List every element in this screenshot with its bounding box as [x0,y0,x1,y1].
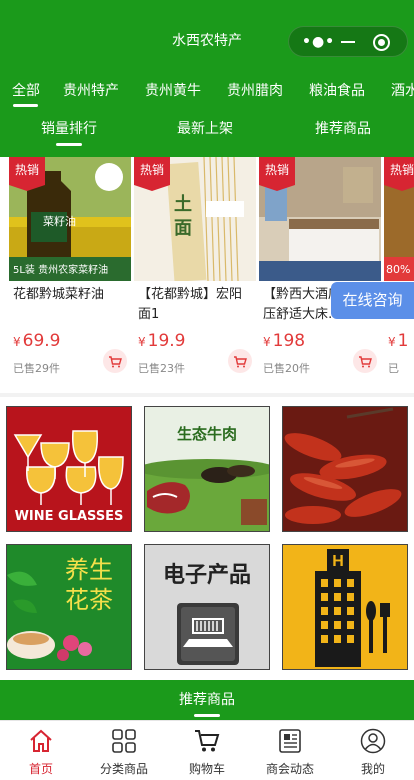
product-card[interactable]: 土面 热销 【花都黔城】宏阳面1 ¥19.9 已售23件 [134,157,256,393]
product-sold-count: 已售29件 [13,362,60,375]
product-name: 花都黔城菜籽油 [13,287,105,302]
news-icon [279,729,301,753]
product-card[interactable]: 80% 热销 养 ¥1 已 [384,157,414,393]
product-price: ¥19.9 [138,331,186,351]
recommended-banner-label: 推荐商品 [179,692,235,708]
tabbar-label: 商会动态 [265,762,314,776]
product-price: ¥1 [388,331,409,351]
category-tile-beef[interactable]: 生态牛肉 [144,406,270,532]
add-to-cart-button[interactable] [103,349,127,373]
category-tile-label: WINE GLASSES [14,509,124,524]
cart-icon [234,356,247,368]
hot-badge: 热销 [384,157,414,191]
product-price: ¥198 [263,331,306,351]
product-card[interactable]: 热销 【黔西大酒店】零压舒适大床… ¥198 已售20件 [259,157,381,393]
product-image-label: 80% [386,263,411,276]
product-image: 菜籽油 5L装 贵州农家菜籽油 热销 [9,157,131,281]
category-tile-sausage[interactable] [282,406,408,532]
close-target-icon[interactable] [373,34,390,51]
tab-sales-ranking[interactable]: 销量排行 [41,118,97,138]
grid-icon [112,729,136,753]
tabbar-news[interactable]: 商会动态 [249,721,331,780]
title-bar: 水西农特产 •●• [0,0,414,72]
header: 水西农特产 •●• 全部 贵州特产 贵州黄牛 贵州腊肉 粮油食品 酒水 销量排行… [0,0,414,157]
product-image-caption: 5L装 贵州农家菜籽油 [13,265,109,276]
add-to-cart-button[interactable] [228,349,252,373]
hot-badge: 热销 [9,157,45,191]
category-tile-wine[interactable]: WINE GLASSES [6,406,132,532]
tab-all[interactable]: 全部 [12,80,40,100]
hot-badge: 热销 [134,157,170,191]
product-carousel: 菜籽油 5L装 贵州农家菜籽油 热销 花都黔城菜籽油 ¥69.9 已售29件 土… [0,157,414,393]
cart-icon [109,356,122,368]
user-icon [360,728,386,754]
category-tabs: 全部 贵州特产 贵州黄牛 贵州腊肉 粮油食品 酒水 [0,72,414,108]
tabbar-label: 我的 [360,762,385,776]
svg-text:H: H [332,553,344,570]
tabbar-cart[interactable]: 购物车 [166,721,248,780]
category-tile-tea[interactable]: 养生花茶 [6,544,132,670]
home-icon [30,729,52,752]
mini-program-capsule: •●• [288,26,408,57]
category-grid: WINE GLASSES 生态牛肉 养生花茶 电子产品 H [0,397,414,680]
minimize-icon[interactable] [341,41,355,43]
product-image: 土面 热销 [134,157,256,281]
recommended-banner: 推荐商品 [0,680,414,720]
tab-drinks[interactable]: 酒水 [391,80,414,100]
tab-new-arrivals[interactable]: 最新上架 [177,118,233,138]
recommended-banner-indicator [194,714,220,717]
product-sold-count: 已售23件 [138,362,185,375]
hot-badge: 热销 [259,157,295,191]
product-image: 热销 [259,157,381,281]
product-sold-count: 已售20件 [263,362,310,375]
tabbar-label: 首页 [28,762,53,776]
product-image-label: 菜籽油 [43,215,76,228]
cart-icon [359,356,372,368]
active-subtab-indicator [56,143,82,146]
more-icon[interactable]: •●• [302,35,335,49]
online-consult-button[interactable]: 在线咨询 [331,282,414,319]
product-sold-count: 已 [388,362,399,375]
bottom-tabbar: 首页 分类商品 购物车 商会动态 我的 [0,720,414,780]
sub-tabs: 销量排行 最新上架 推荐商品 [0,108,414,157]
tabbar-label: 分类商品 [99,762,148,776]
category-tile-label: 电子产品 [162,563,251,588]
tab-guizhou-cattle[interactable]: 贵州黄牛 [145,80,201,100]
product-image: 80% 热销 [384,157,414,281]
add-to-cart-button[interactable] [353,349,377,373]
product-name: 【花都黔城】宏阳面1 [138,287,243,322]
tabbar-mine[interactable]: 我的 [332,721,414,780]
tab-guizhou-bacon[interactable]: 贵州腊肉 [227,80,283,100]
page: 水西农特产 •●• 全部 贵州特产 贵州黄牛 贵州腊肉 粮油食品 酒水 销量排行… [0,0,414,780]
category-tile-label: 生态牛肉 [176,425,237,443]
tabbar-category[interactable]: 分类商品 [83,721,165,780]
tab-guizhou-specialty[interactable]: 贵州特产 [63,80,119,100]
active-tab-indicator [13,104,38,107]
category-tile-electronics[interactable]: 电子产品 [144,544,270,670]
product-image-label: 土面 [174,194,192,239]
tabbar-label: 购物车 [188,762,225,776]
category-tile-label: 养生花茶 [65,556,113,614]
cart-icon [195,730,220,752]
tab-recommended[interactable]: 推荐商品 [315,118,371,138]
tabbar-home[interactable]: 首页 [0,721,82,780]
category-tile-hotel[interactable]: H [282,544,408,670]
product-card[interactable]: 菜籽油 5L装 贵州农家菜籽油 热销 花都黔城菜籽油 ¥69.9 已售29件 [9,157,131,393]
product-price: ¥69.9 [13,331,61,351]
tab-grain-oil[interactable]: 粮油食品 [309,80,365,100]
